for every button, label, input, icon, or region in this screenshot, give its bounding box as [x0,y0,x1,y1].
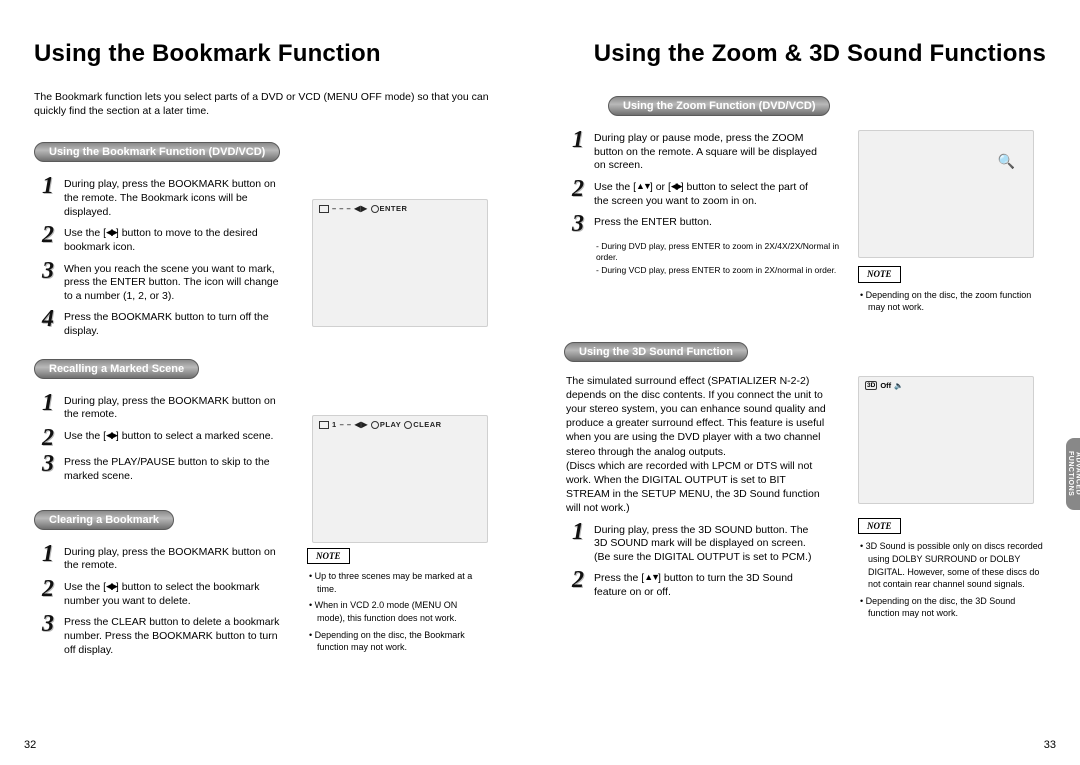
page-32: Using the Bookmark Function The Bookmark… [0,0,540,765]
left-right-icon: ◀▶ [106,227,116,237]
note-header: NOTE [858,266,901,283]
note-item: Depending on the disc, the Bookmark func… [307,629,477,654]
play-icon [371,421,379,429]
step-1: 1During play or pause mode, press the ZO… [572,130,817,173]
magnifier-icon: 🔍 [998,153,1015,170]
heading-bookmark-fn: Using the Bookmark Function (DVD/VCD) [34,142,280,162]
subnote: - During DVD play, press ENTER to zoom i… [596,241,844,263]
note-item: Depending on the disc, the 3D Sound func… [858,595,1046,620]
subnote: - During VCD play, press ENTER to zoom i… [596,265,844,276]
note-box-3d: NOTE 3D Sound is possible only on discs … [858,518,1046,620]
note-box-left: NOTE Up to three scenes may be marked at… [307,548,477,663]
osd-3d: 3D Off 🔈 [865,381,904,390]
osd-bar-1: – – – ◀▶ ENTER [319,204,407,213]
left-right-icon: ◀▶ [355,420,368,429]
step-2: 2Use the [◀▶] button to select the bookm… [42,579,287,608]
enter-icon [371,205,379,213]
page-title-left: Using the Bookmark Function [34,40,516,68]
heading-zoom: Using the Zoom Function (DVD/VCD) [608,96,830,116]
left-right-icon: ◀▶ [354,204,367,213]
steps-clear: 1During play, press the BOOKMARK button … [34,540,289,663]
note-box-zoom: NOTE Depending on the disc, the zoom fun… [858,266,1046,314]
screen-bookmark-empty: – – – ◀▶ ENTER [312,199,488,327]
page-number: 33 [1044,739,1056,751]
step-4: 4Press the BOOKMARK button to turn off t… [42,309,287,338]
step-2: 2Use the [▲▼] or [◀▶] button to select t… [572,179,817,208]
note-header: NOTE [307,548,350,565]
heading-clear: Clearing a Bookmark [34,510,174,530]
screen-bookmark-marked: 1 – – ◀▶ PLAY CLEAR [312,415,488,543]
step-3: 3Press the PLAY/PAUSE button to skip to … [42,454,287,483]
steps-3d: 1During play, press the 3D SOUND button.… [564,522,844,600]
zoom-subnotes: - During DVD play, press ENTER to zoom i… [596,241,844,276]
note-item: Up to three scenes may be marked at a ti… [307,570,477,595]
page-33: Using the Zoom & 3D Sound Functions Usin… [540,0,1080,765]
step-1: 1During play, press the 3D SOUND button.… [572,522,817,565]
speaker-icon: 🔈 [894,381,903,390]
step-3: 3When you reach the scene you want to ma… [42,261,287,304]
badge-3d-icon: 3D [865,381,877,390]
step-2: 2Use the [◀▶] button to move to the desi… [42,225,287,254]
note-item: 3D Sound is possible only on discs recor… [858,540,1046,590]
heading-recall: Recalling a Marked Scene [34,359,199,379]
step-3: 3Press the CLEAR button to delete a book… [42,614,287,657]
step-2: 2Press the [▲▼] button to turn the 3D So… [572,570,817,599]
bookmark-icon [319,205,329,213]
heading-3d: Using the 3D Sound Function [564,342,748,362]
steps-zoom: 1During play or pause mode, press the ZO… [564,130,844,235]
page-number: 32 [24,739,36,751]
note-item: When in VCD 2.0 mode (MENU ON mode), thi… [307,599,477,624]
note-header: NOTE [858,518,901,535]
left-right-icon: ◀▶ [106,581,116,591]
left-right-icon: ◀▶ [106,430,116,440]
para-3d: The simulated surround effect (SPATIALIZ… [566,374,831,516]
up-down-icon: ▲▼ [644,572,658,582]
bookmark-icon [319,421,329,429]
osd-bar-2: 1 – – ◀▶ PLAY CLEAR [319,420,442,429]
screen-zoom: 🔍 [858,130,1034,258]
up-down-icon: ▲▼ [636,181,650,191]
step-3: 3Press the ENTER button. [572,214,817,234]
page-title-right: Using the Zoom & 3D Sound Functions [564,40,1046,68]
left-right-icon: ◀▶ [671,181,681,191]
two-page-spread: Using the Bookmark Function The Bookmark… [0,0,1080,765]
clear-icon [404,421,412,429]
screen-3d: 3D Off 🔈 [858,376,1034,504]
intro-text: The Bookmark function lets you select pa… [34,90,494,118]
note-item: Depending on the disc, the zoom function… [858,289,1046,314]
step-2: 2Use the [◀▶] button to select a marked … [42,428,287,448]
step-1: 1During play, press the BOOKMARK button … [42,393,287,422]
side-tab-advanced: ADVANCED FUNCTIONS [1066,438,1080,510]
step-1: 1During play, press the BOOKMARK button … [42,544,287,573]
step-1: 1During play, press the BOOKMARK button … [42,176,287,219]
